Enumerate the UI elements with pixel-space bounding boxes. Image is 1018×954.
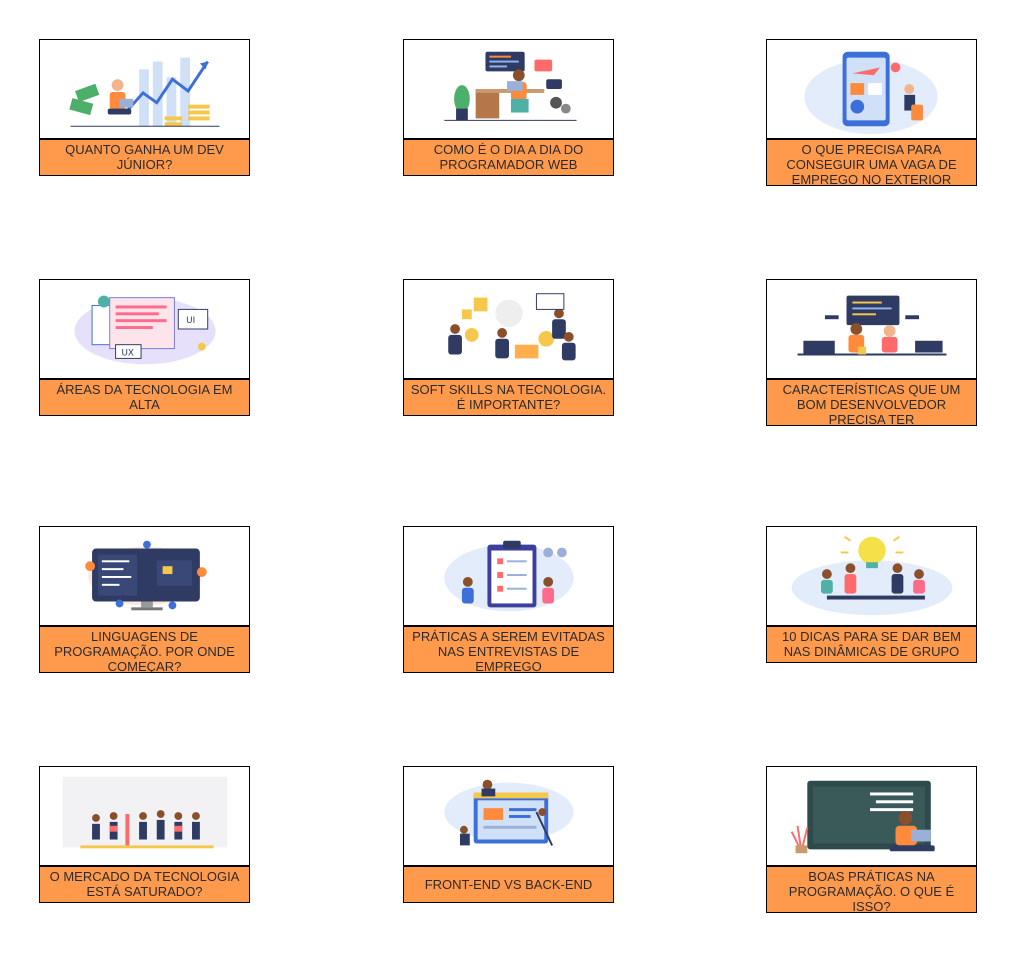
job-interview-clipboard-illustration bbox=[404, 527, 613, 627]
developers-at-desk-illustration bbox=[767, 280, 976, 380]
group-dynamics-lightbulb-illustration bbox=[767, 527, 976, 627]
article-card-title: LINGUAGENS DE PROGRAMAÇÃO. POR ONDE COME… bbox=[40, 627, 249, 672]
developer-salary-chart-illustration bbox=[40, 40, 249, 140]
article-card-title: ÁREAS DA TECNOLOGIA EM ALTA bbox=[40, 380, 249, 415]
soft-skills-team-illustration bbox=[404, 280, 613, 380]
article-card-title: COMO É O DIA A DIA DO PROGRAMADOR WEB bbox=[404, 140, 613, 175]
code-monitor-illustration bbox=[40, 527, 249, 627]
article-card-soft-skills[interactable]: SOFT SKILLS NA TECNOLOGIA. É IMPORTANTE? bbox=[403, 279, 614, 416]
article-card-good-developer-traits[interactable]: CARACTERÍSTICAS QUE UM BOM DESENVOLVEDOR… bbox=[766, 279, 977, 426]
article-card-group-dynamics[interactable]: 10 DICAS PARA SE DAR BEM NAS DINÂMICAS D… bbox=[766, 526, 977, 663]
travel-abroad-phone-illustration bbox=[767, 40, 976, 140]
frontend-backend-illustration bbox=[404, 767, 613, 867]
article-card-title: BOAS PRÁTICAS NA PROGRAMAÇÃO. O QUE É IS… bbox=[767, 867, 976, 912]
blog-grid-page: { "colors": { "caption_bg": "#ff9a4d", "… bbox=[0, 0, 1018, 954]
article-card-title: O MERCADO DA TECNOLOGIA ESTÁ SATURADO? bbox=[40, 867, 249, 902]
article-card-programming-best-practices[interactable]: BOAS PRÁTICAS NA PROGRAMAÇÃO. O QUE É IS… bbox=[766, 766, 977, 913]
article-card-tech-market[interactable]: O MERCADO DA TECNOLOGIA ESTÁ SATURADO? bbox=[39, 766, 250, 903]
article-card-title: 10 DICAS PARA SE DAR BEM NAS DINÂMICAS D… bbox=[767, 627, 976, 662]
svg-text:UX: UX bbox=[121, 348, 134, 358]
article-card-job-abroad[interactable]: O QUE PRECISA PARA CONSEGUIR UMA VAGA DE… bbox=[766, 39, 977, 186]
svg-text:UI: UI bbox=[186, 316, 195, 326]
article-card-tech-areas[interactable]: UI UX ÁREAS DA TECNOLOGIA EM ALTA bbox=[39, 279, 250, 416]
article-card-title: QUANTO GANHA UM DEV JÚNIOR? bbox=[40, 140, 249, 175]
article-card-web-programmer-routine[interactable]: COMO É O DIA A DIA DO PROGRAMADOR WEB bbox=[403, 39, 614, 176]
article-card-title: CARACTERÍSTICAS QUE UM BOM DESENVOLVEDOR… bbox=[767, 380, 976, 425]
article-card-frontend-vs-backend[interactable]: FRONT-END vs BACK-END bbox=[403, 766, 614, 903]
article-card-title: SOFT SKILLS NA TECNOLOGIA. É IMPORTANTE? bbox=[404, 380, 613, 415]
article-card-title: FRONT-END vs BACK-END bbox=[404, 867, 613, 902]
developer-with-laptop-illustration bbox=[767, 767, 976, 867]
programmer-desk-illustration bbox=[404, 40, 613, 140]
article-card-interview-practices[interactable]: PRÁTICAS A SEREM EVITADAS NAS ENTREVISTA… bbox=[403, 526, 614, 673]
article-card-dev-junior-salary[interactable]: QUANTO GANHA UM DEV JÚNIOR? bbox=[39, 39, 250, 176]
article-card-title: O QUE PRECISA PARA CONSEGUIR UMA VAGA DE… bbox=[767, 140, 976, 185]
article-card-title: PRÁTICAS A SEREM EVITADAS NAS ENTREVISTA… bbox=[404, 627, 613, 672]
article-card-programming-languages[interactable]: LINGUAGENS DE PROGRAMAÇÃO. POR ONDE COME… bbox=[39, 526, 250, 673]
tech-market-race-illustration bbox=[40, 767, 249, 867]
ui-ux-windows-illustration: UI UX bbox=[40, 280, 249, 380]
